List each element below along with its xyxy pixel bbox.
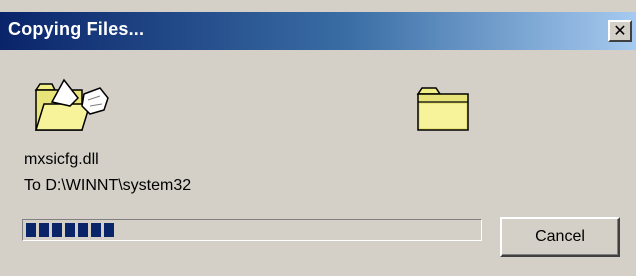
close-icon: ✕ — [613, 21, 627, 40]
folder-icon — [416, 87, 469, 131]
copying-files-dialog: Copying Files... ✕ mxsicfg.dll To D:\WIN… — [0, 0, 636, 276]
window-title: Copying Files... — [8, 19, 145, 39]
title-bar[interactable]: Copying Files... ✕ — [0, 12, 636, 50]
destination-path: To D:\WINNT\system32 — [24, 177, 192, 194]
copy-progress-bar — [22, 219, 482, 241]
close-button[interactable]: ✕ — [608, 20, 632, 42]
folder-with-flying-paper-icon — [34, 78, 109, 131]
progress-fill — [26, 223, 114, 237]
cancel-button-label: Cancel — [535, 228, 585, 245]
current-filename: mxsicfg.dll — [24, 151, 99, 168]
cancel-button[interactable]: Cancel — [500, 217, 620, 257]
